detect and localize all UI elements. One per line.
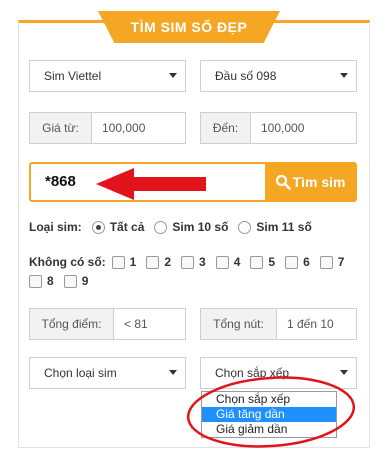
checkbox-box[interactable] <box>111 255 125 269</box>
exclude-digits-row-2: 8 9 <box>29 274 98 288</box>
checkbox-digit-5[interactable]: 5 <box>250 255 275 269</box>
price-from-label: Giá từ: <box>30 113 92 143</box>
search-button-label: Tìm sim <box>292 174 346 190</box>
radio-11-digit-label: Sim 11 số <box>256 220 312 234</box>
exclude-digits-label: Không có số: <box>29 255 106 269</box>
checkbox-digit-6[interactable]: 6 <box>285 255 310 269</box>
sim-type-label: Loại sim: <box>29 220 82 234</box>
checkbox-box[interactable] <box>285 255 299 269</box>
checkbox-box[interactable] <box>63 274 77 288</box>
sim-type-row: Loại sim: Tất cả Sim 10 số Sim 11 số <box>29 220 312 234</box>
checkbox-box[interactable] <box>146 255 160 269</box>
annotation-ellipse-icon <box>186 376 356 448</box>
checkbox-label: 8 <box>47 274 54 288</box>
total-points-field[interactable]: Tổng điểm: < 81 <box>29 308 186 340</box>
radio-all-label: Tất cả <box>109 220 145 234</box>
prefix-select[interactable]: Đầu số 098 <box>200 60 357 92</box>
price-to-label: Đến: <box>201 113 251 143</box>
checkbox-label: 1 <box>129 255 137 269</box>
checkbox-digit-7[interactable]: 7 <box>319 255 345 269</box>
total-points-label: Tổng điểm: <box>30 309 114 339</box>
checkbox-digit-9[interactable]: 9 <box>63 274 89 288</box>
sim-kind-select[interactable]: Chọn loại sim <box>29 357 186 389</box>
price-to-input[interactable]: 100,000 <box>251 113 304 143</box>
price-from-field[interactable]: Giá từ: 100,000 <box>29 112 186 144</box>
chevron-down-icon <box>340 73 348 78</box>
checkbox-label: 2 <box>164 255 172 269</box>
checkbox-box[interactable] <box>181 255 195 269</box>
checkbox-box[interactable] <box>250 255 264 269</box>
sim-kind-select-value: Chọn loại sim <box>44 366 117 380</box>
checkbox-digit-2[interactable]: 2 <box>146 255 171 269</box>
annotation-arrow-icon <box>96 168 206 200</box>
search-input[interactable]: *868 <box>45 173 76 190</box>
total-nut-label: Tổng nút: <box>201 309 277 339</box>
price-to-field[interactable]: Đến: 100,000 <box>200 112 357 144</box>
radio-10-digit-label: Sim 10 số <box>172 220 229 234</box>
checkbox-label: 4 <box>233 255 241 269</box>
total-points-input[interactable]: < 81 <box>114 309 148 339</box>
radio-11-digit[interactable] <box>238 220 252 234</box>
checkbox-box[interactable] <box>215 255 229 269</box>
checkbox-digit-3[interactable]: 3 <box>181 255 206 269</box>
checkbox-digit-8[interactable]: 8 <box>29 274 54 288</box>
checkbox-label: 5 <box>268 255 276 269</box>
checkbox-box[interactable] <box>319 255 333 269</box>
network-select-value: Sim Viettel <box>44 69 102 83</box>
radio-all[interactable] <box>91 220 105 234</box>
search-icon <box>275 174 291 190</box>
total-nut-field[interactable]: Tổng nút: 1 đến 10 <box>200 308 357 340</box>
search-button[interactable]: Tìm sim <box>265 164 355 200</box>
total-nut-input[interactable]: 1 đến 10 <box>277 309 334 339</box>
checkbox-label: 3 <box>199 255 206 269</box>
checkbox-label: 6 <box>303 255 310 269</box>
prefix-select-value: Đầu số 098 <box>215 69 277 83</box>
checkbox-label: 9 <box>81 274 89 288</box>
checkbox-digit-1[interactable]: 1 <box>111 255 137 269</box>
chevron-down-icon <box>169 73 177 78</box>
network-select[interactable]: Sim Viettel <box>29 60 186 92</box>
chevron-down-icon <box>169 370 177 375</box>
price-from-input[interactable]: 100,000 <box>92 113 145 143</box>
panel-title: TÌM SIM SỐ ĐẸP <box>98 11 280 43</box>
checkbox-label: 7 <box>337 255 345 269</box>
exclude-digits-row: Không có số: 1 2 3 4 5 6 7 <box>29 255 354 269</box>
checkbox-digit-4[interactable]: 4 <box>215 255 241 269</box>
radio-10-digit[interactable] <box>154 220 168 234</box>
checkbox-box[interactable] <box>29 274 42 288</box>
